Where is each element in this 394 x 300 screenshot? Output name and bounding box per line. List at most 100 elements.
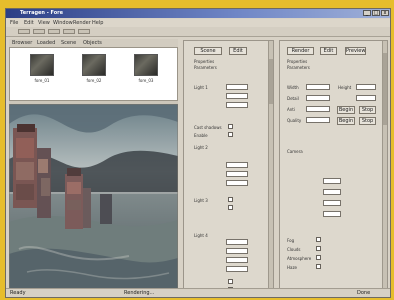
- camera-field[interactable]: [323, 189, 341, 195]
- scene-thumbnail-icon[interactable]: [30, 54, 54, 76]
- anti-field[interactable]: [306, 106, 330, 112]
- tab-objects[interactable]: Objects: [83, 40, 102, 46]
- value-field[interactable]: [226, 180, 248, 186]
- option-checkbox[interactable]: [228, 197, 233, 202]
- toolbar-button-1[interactable]: [18, 29, 30, 34]
- thumbnail-browser: fore_01 fore_02 fore_03: [9, 47, 178, 101]
- detail-field[interactable]: [306, 95, 330, 101]
- toolbar-button-2[interactable]: [33, 29, 45, 34]
- stop-button[interactable]: Stop: [359, 106, 376, 114]
- page-background: Terragen - Fore _ □ x File Edit View Win…: [0, 0, 394, 300]
- value-field[interactable]: [226, 239, 248, 245]
- middle-panel: Scene Edit Properties Parameters Light 1…: [183, 40, 274, 297]
- thumbnail-label: fore_02: [86, 78, 102, 83]
- option-label: Haze: [287, 265, 298, 270]
- enable-checkbox[interactable]: [228, 132, 233, 137]
- value-field[interactable]: [226, 266, 248, 272]
- option-checkbox[interactable]: [228, 279, 233, 284]
- status-right: Done: [357, 290, 371, 296]
- status-left: Ready: [10, 290, 26, 296]
- clouds-checkbox[interactable]: [316, 246, 321, 251]
- render-button[interactable]: Render: [287, 47, 314, 55]
- height-field[interactable]: [356, 84, 376, 90]
- stop-button[interactable]: Stop: [359, 117, 376, 125]
- cast-shadows-checkbox[interactable]: [228, 124, 233, 129]
- toolbar-button-3[interactable]: [48, 29, 60, 34]
- window-title: Terragen - Fore: [20, 10, 64, 16]
- row-label: Anti: [287, 107, 295, 112]
- value-field[interactable]: [226, 84, 248, 90]
- menu-bar: File Edit View Window Render Help: [6, 19, 390, 27]
- toolbar-button-5[interactable]: [78, 29, 90, 34]
- value-field[interactable]: [226, 171, 248, 177]
- left-pane: Browser Loaded Scene Objects fore_01 for…: [9, 39, 178, 297]
- right-scrollbar[interactable]: [382, 41, 387, 296]
- camera-field[interactable]: [323, 211, 341, 217]
- status-middle: Rendering...: [124, 290, 155, 296]
- maximize-icon[interactable]: □: [372, 10, 380, 16]
- thumbnail-label: fore_01: [34, 78, 50, 83]
- row-label: Quality: [287, 118, 302, 123]
- value-field[interactable]: [226, 162, 248, 168]
- row-label: Width: [287, 85, 299, 90]
- right-panel: Render Edit Preview Properties Parameter…: [279, 40, 388, 297]
- panel-heading: Properties: [194, 59, 215, 64]
- value-field[interactable]: [226, 257, 248, 263]
- begin-button[interactable]: Begin: [337, 106, 355, 114]
- menu-view[interactable]: View: [38, 20, 50, 26]
- row-label: Light 2: [194, 145, 208, 150]
- edit-button[interactable]: Edit: [229, 47, 247, 55]
- title-bar: Terragen - Fore _ □ x: [6, 9, 390, 18]
- panel-subheading: Parameters: [194, 65, 217, 70]
- render-preview[interactable]: [9, 104, 178, 297]
- atmosphere-checkbox[interactable]: [316, 255, 321, 260]
- row-label: Height: [338, 85, 352, 90]
- right-scroll-thumb[interactable]: [383, 53, 387, 125]
- tab-scene[interactable]: Scene: [61, 40, 76, 46]
- value-field[interactable]: [226, 248, 248, 254]
- check-label: Enable: [194, 133, 208, 138]
- menu-file[interactable]: File: [10, 20, 18, 26]
- minimize-icon[interactable]: _: [363, 10, 371, 16]
- right-heading: Properties: [287, 59, 308, 64]
- option-label: Atmosphere: [287, 256, 312, 261]
- toolbar-button-4[interactable]: [63, 29, 75, 34]
- close-icon[interactable]: x: [381, 10, 389, 16]
- value-field[interactable]: [226, 93, 248, 99]
- menu-window[interactable]: Window: [53, 20, 73, 26]
- value-field[interactable]: [226, 102, 248, 108]
- camera-field[interactable]: [323, 178, 341, 184]
- menu-help[interactable]: Help: [92, 20, 103, 26]
- toolbar: [6, 27, 390, 37]
- option-label: Fog: [287, 238, 295, 243]
- right-subheading: Parameters: [287, 65, 310, 70]
- status-bar: Ready Rendering... Done: [6, 288, 390, 297]
- preview-button[interactable]: Preview: [345, 47, 366, 55]
- width-field[interactable]: [306, 84, 330, 90]
- detail-field[interactable]: [356, 95, 376, 101]
- thumbnail-label: fore_03: [138, 78, 154, 83]
- row-label: Light 3: [194, 198, 208, 203]
- row-label: Detail: [287, 96, 299, 101]
- scene-thumbnail-icon[interactable]: [134, 54, 158, 76]
- quality-field[interactable]: [306, 117, 330, 123]
- option-label: Clouds: [287, 247, 301, 252]
- scene-thumbnail-icon[interactable]: [82, 54, 106, 76]
- menu-edit[interactable]: Edit: [24, 20, 34, 26]
- middle-scrollbar[interactable]: [268, 41, 273, 296]
- tab-loaded[interactable]: Loaded: [37, 40, 55, 46]
- right-edit-button[interactable]: Edit: [320, 47, 337, 55]
- check-label: Cast shadows: [194, 125, 222, 130]
- camera-field[interactable]: [323, 200, 341, 206]
- haze-checkbox[interactable]: [316, 264, 321, 269]
- row-label: Light 4: [194, 233, 208, 238]
- menu-render[interactable]: Render: [73, 20, 91, 26]
- scene-button[interactable]: Scene: [194, 47, 222, 55]
- fog-checkbox[interactable]: [316, 237, 321, 242]
- camera-label: Camera: [287, 149, 303, 154]
- begin-button[interactable]: Begin: [337, 117, 355, 125]
- option-checkbox[interactable]: [228, 205, 233, 210]
- tab-browser[interactable]: Browser: [12, 40, 32, 46]
- middle-scroll-thumb[interactable]: [269, 59, 273, 104]
- row-label: Light 1: [194, 85, 208, 90]
